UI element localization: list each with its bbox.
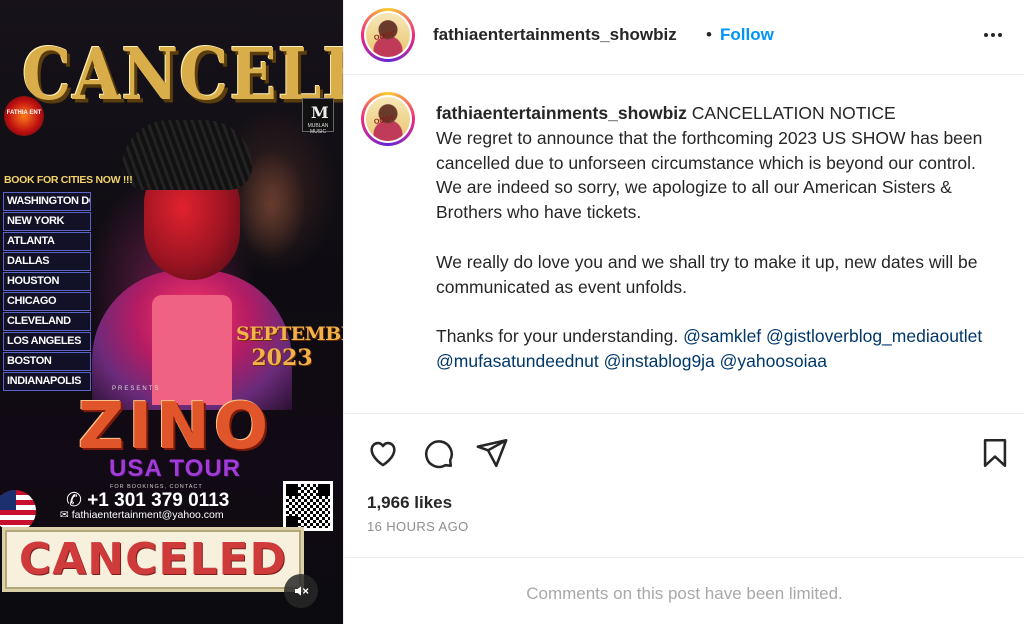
save-button[interactable] bbox=[978, 436, 1012, 470]
poster-month: SEPTEMBER bbox=[236, 323, 343, 345]
comment-button[interactable] bbox=[421, 436, 455, 470]
more-options-button[interactable] bbox=[980, 22, 1006, 48]
header-separator: • bbox=[706, 25, 712, 44]
poster-email: ✉ fathiaentertainment@yahoo.com bbox=[60, 509, 224, 521]
poster-logo-left: FATHIA ENT bbox=[4, 96, 44, 136]
like-count[interactable]: 1,966 likes bbox=[367, 493, 452, 513]
caption-username[interactable]: fathiaentertainments_showbiz bbox=[436, 103, 687, 123]
mute-button[interactable] bbox=[284, 574, 318, 608]
city-item: ATLANTA bbox=[3, 232, 91, 251]
caption-avatar[interactable]: OOOT bbox=[361, 92, 415, 146]
post-media[interactable]: CANCELED FATHIA ENT MMUBLAN MUSIC BOOK F… bbox=[0, 0, 343, 624]
avatar[interactable]: OOOT bbox=[361, 8, 415, 62]
comment-icon bbox=[424, 440, 453, 469]
mention-link[interactable]: @yahoosoiaa bbox=[720, 351, 827, 371]
comments-limited-notice: Comments on this post have been limited. bbox=[344, 557, 1024, 624]
post-detail-panel: OOOT fathiaentertainments_showbiz • Foll… bbox=[343, 0, 1024, 624]
share-button[interactable] bbox=[475, 436, 509, 470]
mention-link[interactable]: @mufasatundeednut bbox=[436, 351, 599, 371]
city-item: DALLAS bbox=[3, 252, 91, 271]
like-button[interactable] bbox=[366, 436, 400, 470]
post-header: OOOT fathiaentertainments_showbiz • Foll… bbox=[344, 0, 1024, 75]
caption-paragraph: We really do love you and we shall try t… bbox=[436, 251, 978, 297]
city-item: WASHINGTON DC bbox=[3, 192, 91, 211]
poster-artist-name: ZINO bbox=[77, 390, 273, 464]
poster-tour-title: USA TOUR bbox=[108, 455, 241, 482]
mention-link[interactable]: @samklef bbox=[683, 326, 761, 346]
city-item: LOS ANGELES bbox=[3, 332, 91, 351]
bookmark-icon bbox=[983, 438, 1007, 468]
header-username[interactable]: fathiaentertainments_showbiz bbox=[433, 25, 677, 45]
more-horizontal-icon bbox=[984, 33, 1002, 37]
speaker-muted-icon bbox=[295, 586, 309, 596]
post-timestamp[interactable]: 16 HOURS AGO bbox=[367, 519, 469, 534]
caption-paragraph: We regret to announce that the forthcomi… bbox=[436, 127, 983, 173]
caption-area[interactable]: OOOT fathiaentertainments_showbiz CANCEL… bbox=[344, 76, 1024, 413]
city-item: INDIANAPOLIS bbox=[3, 372, 91, 391]
poster-city-list: WASHINGTON DC NEW YORK ATLANTA DALLAS HO… bbox=[3, 192, 91, 392]
poster-date: SEPTEMBER 2023 bbox=[236, 322, 343, 371]
comments-limited-text: Comments on this post have been limited. bbox=[526, 584, 843, 603]
qr-code bbox=[283, 481, 333, 531]
poster-year: 2023 bbox=[251, 345, 313, 371]
post-caption: fathiaentertainments_showbiz CANCELLATIO… bbox=[436, 101, 1006, 374]
city-item: CLEVELAND bbox=[3, 312, 91, 331]
poster-canceled-headline: CANCELED bbox=[22, 32, 343, 117]
post-actions: 1,966 likes 16 HOURS AGO bbox=[344, 413, 1024, 558]
heart-icon bbox=[370, 441, 396, 467]
share-icon bbox=[476, 438, 508, 468]
canceled-stamp: CANCELED bbox=[2, 527, 304, 592]
poster-book-title: BOOK FOR CITIES NOW !!! bbox=[4, 174, 133, 186]
mention-link[interactable]: @gistloverblog_mediaoutlet bbox=[766, 326, 982, 346]
caption-title: CANCELLATION NOTICE bbox=[691, 103, 896, 123]
poster-logo-right: M MUBLAN MUSIC bbox=[302, 98, 334, 135]
mention-link[interactable]: @instablog9ja bbox=[604, 351, 715, 371]
city-item: NEW YORK bbox=[3, 212, 91, 231]
caption-paragraph: We are indeed so sorry, we apologize to … bbox=[436, 177, 952, 223]
follow-button[interactable]: Follow bbox=[720, 25, 774, 45]
caption-thanks: Thanks for your understanding. bbox=[436, 326, 679, 347]
city-item: CHICAGO bbox=[3, 292, 91, 311]
city-item: BOSTON bbox=[3, 352, 91, 371]
city-item: HOUSTON bbox=[3, 272, 91, 291]
